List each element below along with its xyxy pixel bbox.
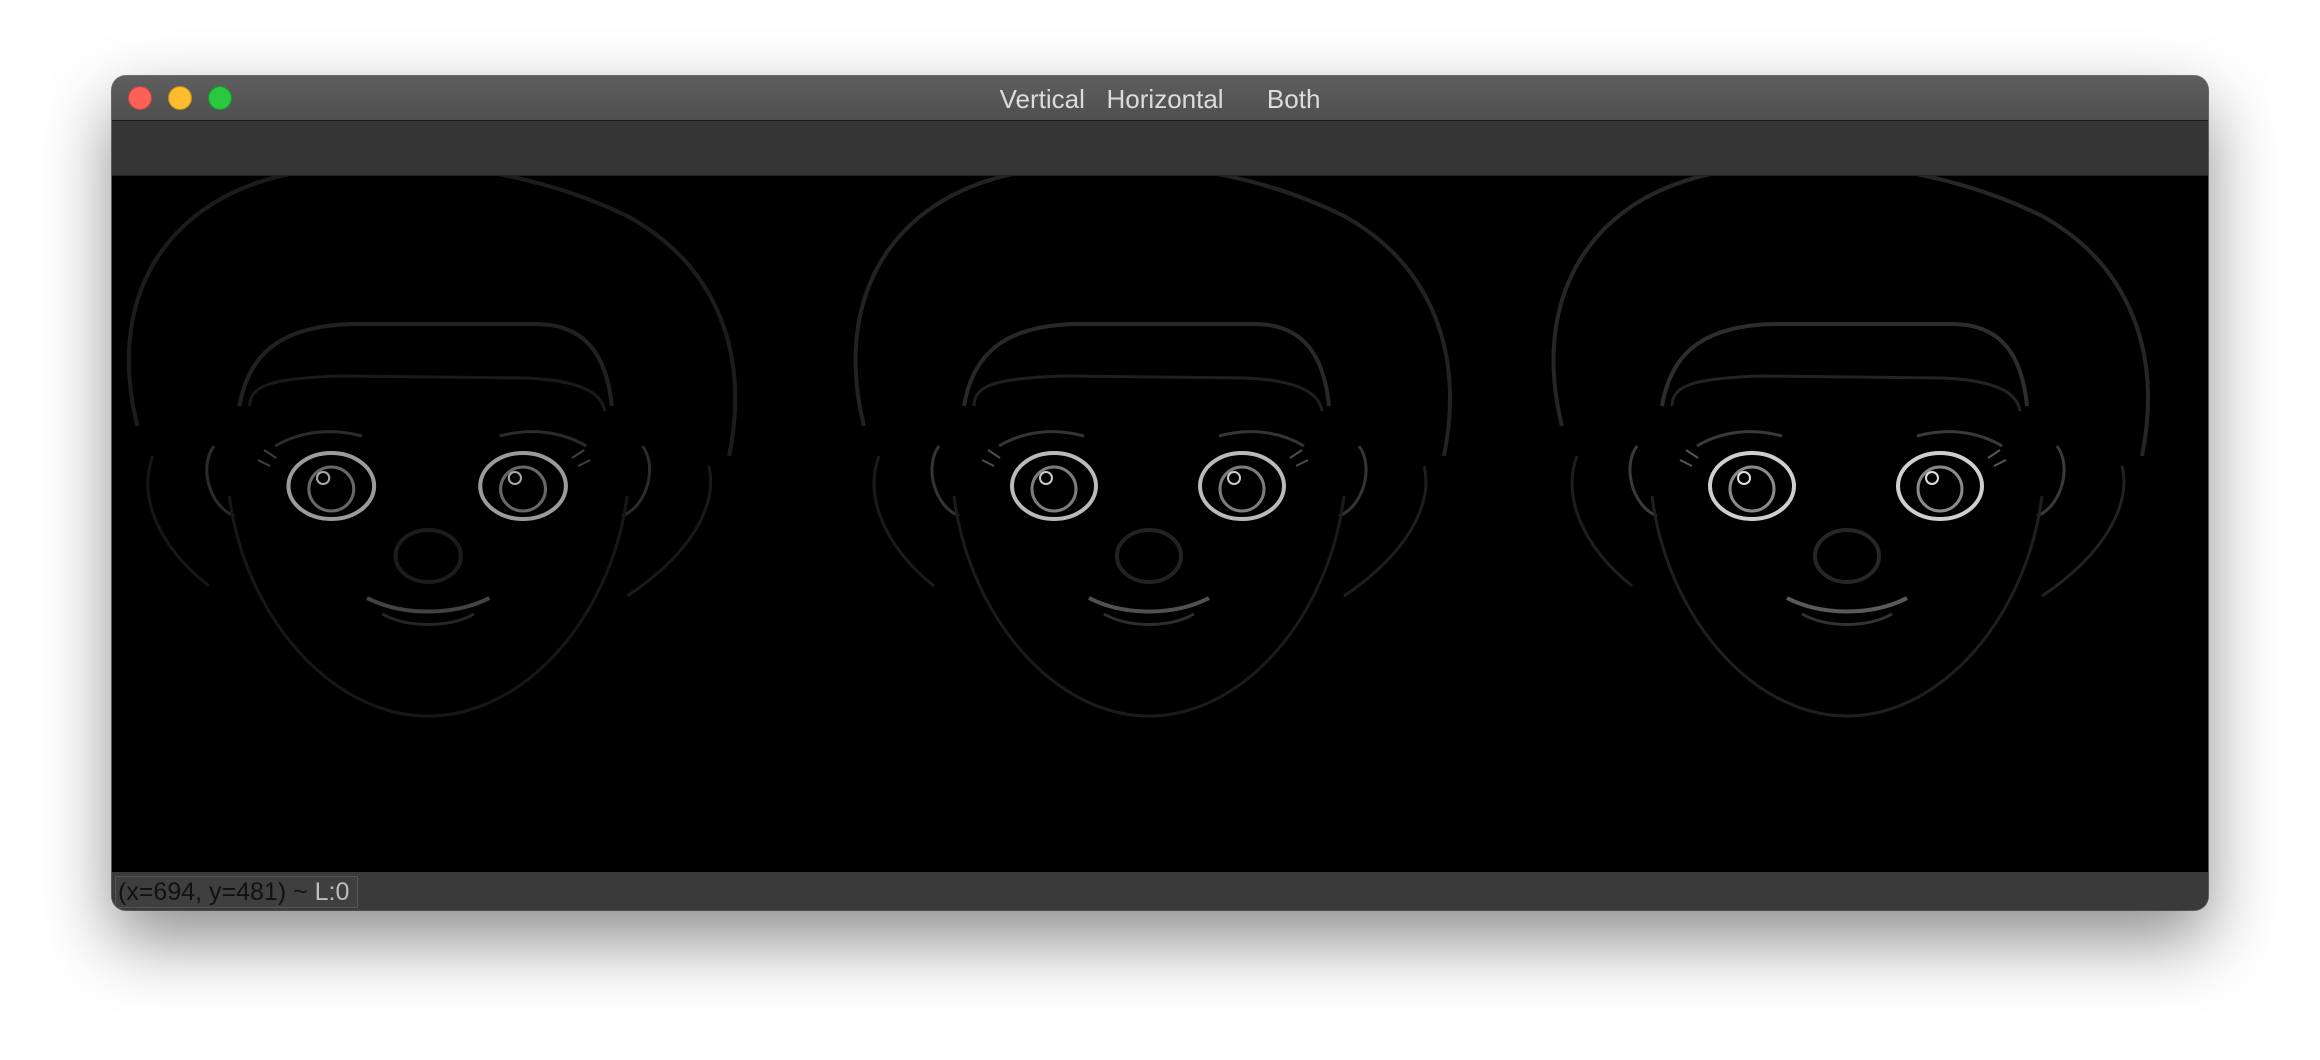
window-title: Vertical Horizontal Both <box>999 84 1321 114</box>
toolbar <box>112 121 2208 176</box>
title-bar[interactable]: Vertical Horizontal Both <box>112 76 2208 121</box>
pixel-level: L:0 <box>314 878 350 906</box>
image-canvas[interactable] <box>112 176 2208 872</box>
cursor-coordinates: (x=694, y=481) ~ <box>118 878 315 906</box>
app-window: Vertical Horizontal Both (x=694, y=481) … <box>112 76 2208 910</box>
status-bar: (x=694, y=481) ~ L:0 <box>112 872 2208 910</box>
cursor-status: (x=694, y=481) ~ L:0 <box>115 876 359 908</box>
edge-map-both-image <box>1551 176 2150 718</box>
edge-map-horizontal-image <box>853 176 1452 718</box>
edge-map-vertical-image <box>129 176 735 716</box>
